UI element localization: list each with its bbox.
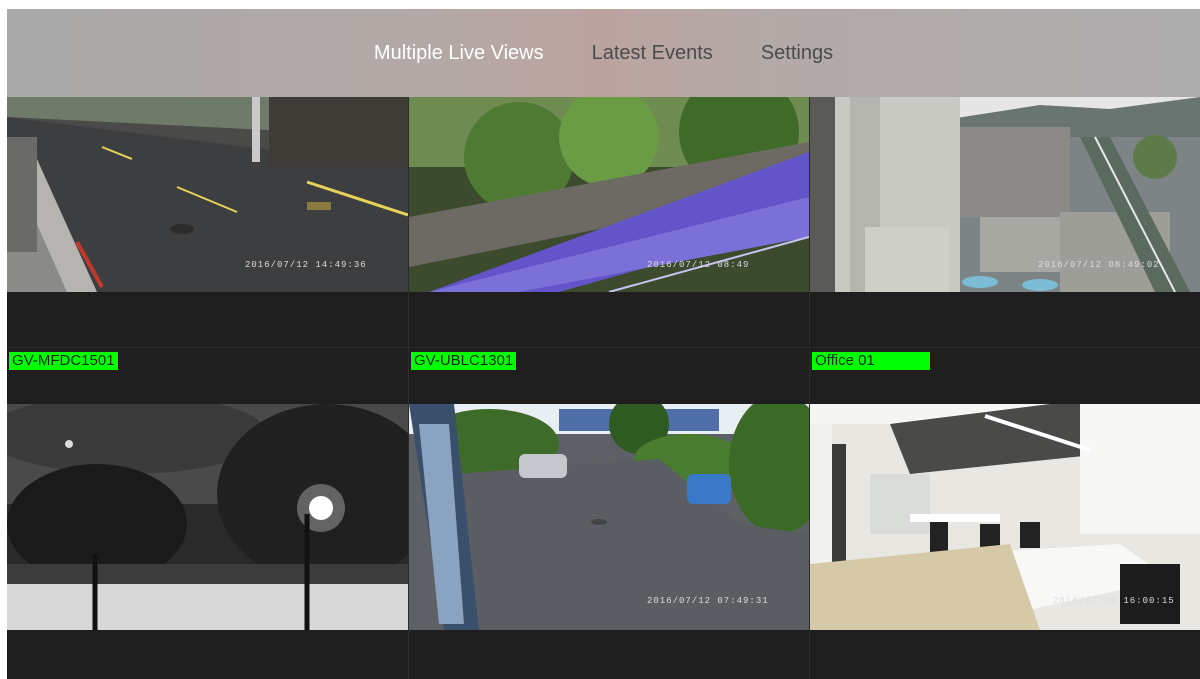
camera-tile-5[interactable]: GV-UBLC1301 2016/07/12 07:49:31 [409,348,809,679]
camera-feed-parking: 2016/07/12 07:49:31 [409,404,809,630]
camera-feed-office: 2016/07/13 16:00:15 [810,404,1200,630]
camera-tile-4[interactable]: GV-MFDC1501 [7,348,408,679]
camera-timestamp: 2016/07/12 14:49:36 [245,260,367,270]
grid-divider [7,347,1200,348]
camera-name-label: GV-MFDC1501 [9,352,118,370]
camera-tile-1[interactable]: 2016/07/12 14:49:36 [7,97,408,347]
camera-name-label: Office 01 [812,352,930,370]
tab-latest-events[interactable]: Latest Events [592,42,713,65]
tab-multiple-live-views[interactable]: Multiple Live Views [374,42,544,65]
app-frame: Multiple Live Views Latest Events Settin… [7,9,1200,679]
top-tab-bar: Multiple Live Views Latest Events Settin… [7,9,1200,97]
live-view-grid: 2016/07/12 14:49:36 2016/07/12 08:49 201… [7,97,1200,679]
camera-feed-night [7,404,408,630]
camera-tile-2[interactable]: 2016/07/12 08:49 [409,97,809,347]
camera-feed-balcony: 2016/07/12 08:49 [409,97,809,292]
grid-divider [408,97,409,679]
camera-timestamp: 2016/07/12 07:49:31 [647,596,769,606]
camera-timestamp: 2016/07/13 16:00:15 [1053,596,1175,606]
camera-feed-city: 2016/07/12 08:49:02 [810,97,1200,292]
camera-tile-6[interactable]: Office 01 2016/07/13 16:00:15 [810,348,1200,679]
camera-name-label: GV-UBLC1301 [411,352,517,370]
camera-tile-3[interactable]: 2016/07/12 08:49:02 [810,97,1200,347]
tab-settings[interactable]: Settings [761,42,833,65]
grid-divider [809,97,810,679]
camera-feed-street: 2016/07/12 14:49:36 [7,97,408,292]
camera-timestamp: 2016/07/12 08:49 [647,260,750,270]
camera-timestamp: 2016/07/12 08:49:02 [1038,260,1160,270]
